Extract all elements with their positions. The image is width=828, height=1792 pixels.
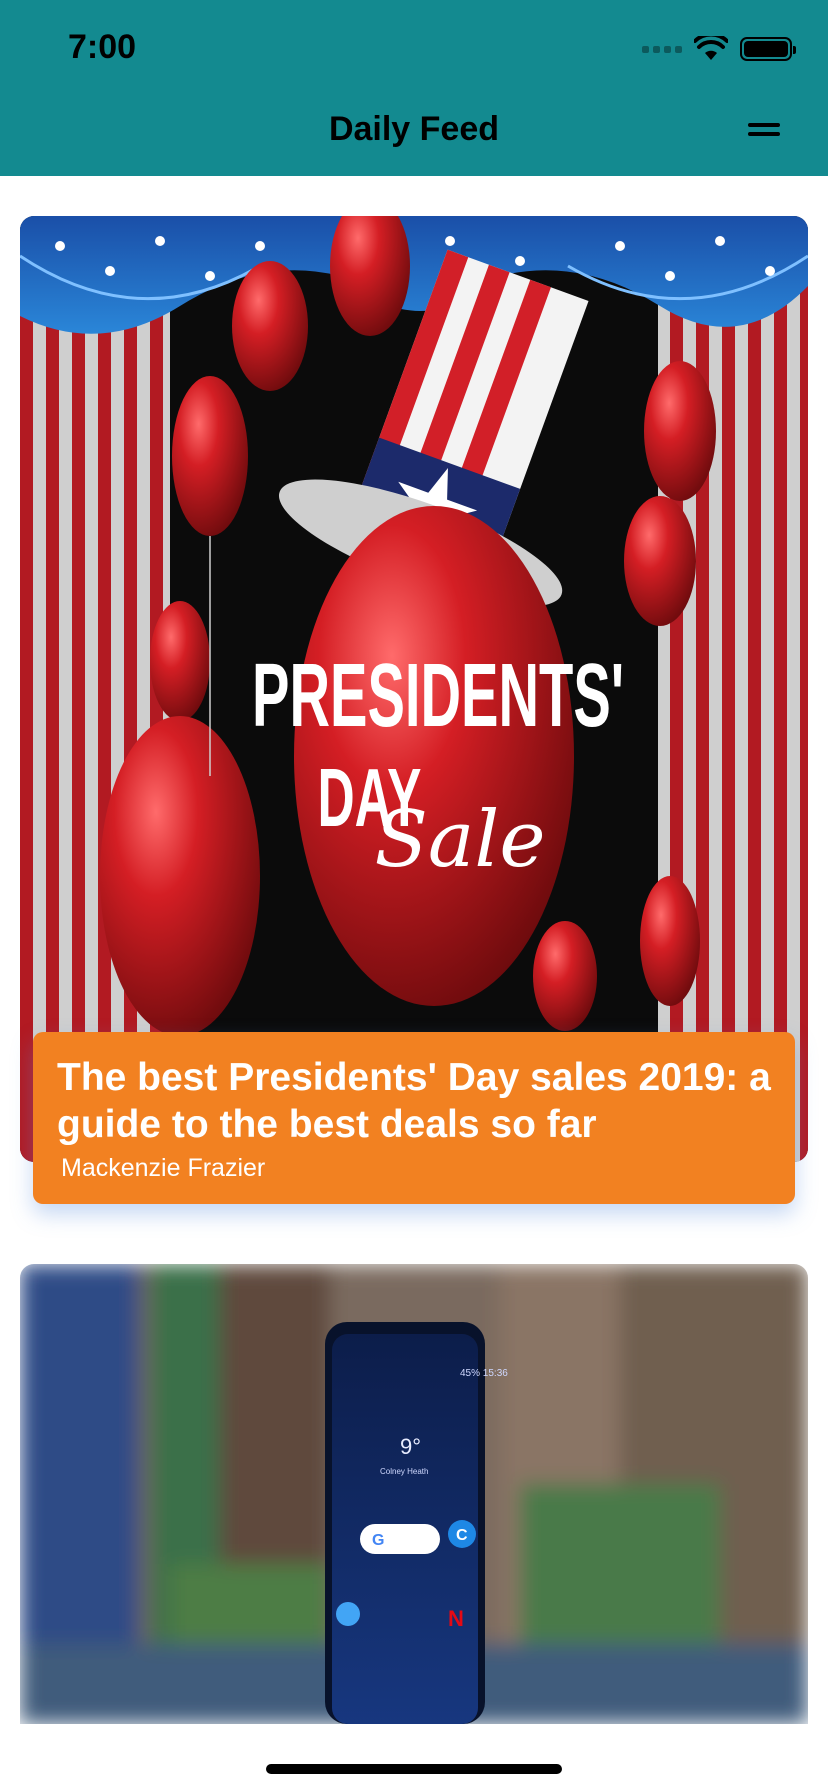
menu-button[interactable] xyxy=(744,118,784,142)
image-text-line1: PRESIDENTS' xyxy=(252,644,624,745)
article-image[interactable]: PRESIDENTS' DAY Sale xyxy=(20,216,808,1162)
cellular-signal-icon xyxy=(642,45,682,53)
article-image[interactable]: 45% 15:36 9° Colney Heath G C N xyxy=(20,1264,808,1724)
page-title: Daily Feed xyxy=(328,110,500,148)
feed-list: PRESIDENTS' DAY Sale The best Presidents… xyxy=(0,176,828,1792)
svg-text:C: C xyxy=(456,1527,468,1544)
svg-text:45% 15:36: 45% 15:36 xyxy=(460,1368,508,1379)
article-author: Mackenzie Frazier xyxy=(61,1154,266,1182)
home-indicator[interactable] xyxy=(266,1764,562,1774)
status-icons xyxy=(642,36,796,62)
article-card[interactable]: PRESIDENTS' DAY Sale The best Presidents… xyxy=(20,216,808,1246)
battery-icon xyxy=(740,37,796,61)
svg-text:9°: 9° xyxy=(400,1434,421,1459)
article-title[interactable]: The best Presidents' Day sales 2019: a g… xyxy=(57,1054,771,1148)
article-caption[interactable]: The best Presidents' Day sales 2019: a g… xyxy=(33,1032,795,1204)
image-text-script: Sale xyxy=(374,795,545,885)
connect-app-icon xyxy=(336,1602,360,1626)
netflix-app-icon: N xyxy=(448,1606,464,1631)
app-header: 7:00 Daily Feed xyxy=(0,0,828,176)
svg-text:G: G xyxy=(372,1532,384,1549)
article-card[interactable]: 45% 15:36 9° Colney Heath G C N xyxy=(20,1264,808,1724)
status-time: 7:00 xyxy=(68,28,137,66)
wifi-icon xyxy=(694,36,728,60)
screen: 7:00 Daily Feed PRESIDENTS' DAY Sale The… xyxy=(0,0,828,1792)
svg-text:Colney Heath: Colney Heath xyxy=(380,1467,428,1476)
